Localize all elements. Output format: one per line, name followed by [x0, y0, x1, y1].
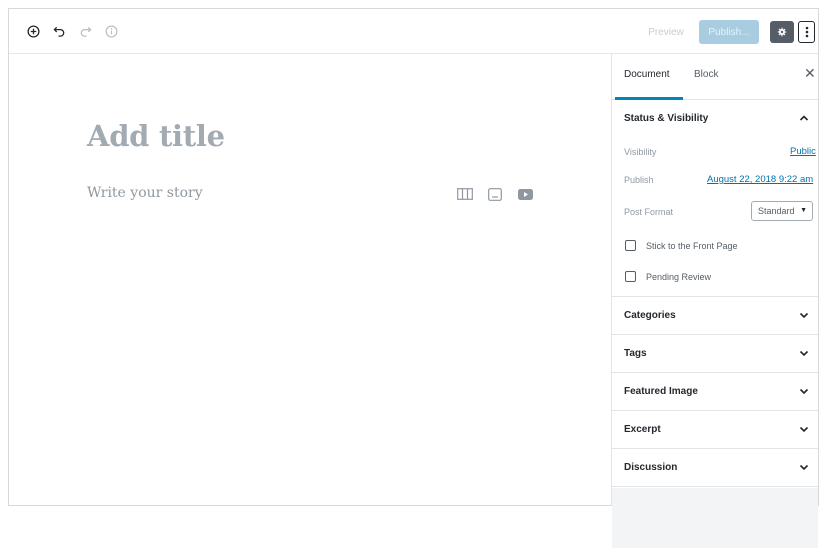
more-menu-button[interactable]: [798, 21, 815, 43]
post-format-label: Post Format: [624, 207, 674, 217]
panel-discussion[interactable]: Discussion: [612, 449, 818, 487]
more-vertical-icon: [805, 26, 808, 38]
image-icon[interactable]: [486, 186, 504, 202]
pending-review-label: Pending Review: [646, 272, 712, 282]
chevron-down-icon: [799, 464, 809, 471]
chevron-down-icon: [799, 426, 809, 433]
chevron-up-icon: [799, 115, 809, 121]
panel-title: Categories: [624, 310, 676, 321]
settings-sidebar: Document Block ✕ Status & Visibility Vis…: [611, 54, 818, 548]
panel-title: Excerpt: [624, 424, 661, 435]
panel-title: Tags: [624, 348, 647, 359]
tab-block[interactable]: Block: [694, 69, 718, 80]
sidebar-tabs: Document Block ✕: [612, 54, 818, 100]
preview-button[interactable]: Preview: [641, 20, 691, 44]
plus-circle-icon[interactable]: [23, 21, 43, 41]
close-icon[interactable]: ✕: [804, 65, 816, 82]
gear-icon: [777, 27, 787, 37]
sidebar-footer: [612, 488, 818, 548]
pending-review-checkbox[interactable]: [625, 271, 636, 282]
stick-to-front-checkbox[interactable]: [625, 240, 636, 251]
panel-tags[interactable]: Tags: [612, 335, 818, 373]
top-toolbar: Preview Publish...: [9, 9, 818, 54]
editor-canvas: Add title Write your story: [9, 54, 611, 506]
divider: [612, 486, 818, 487]
settings-button[interactable]: [770, 21, 794, 43]
undo-icon[interactable]: [49, 21, 69, 41]
video-icon[interactable]: [516, 186, 534, 202]
visibility-label: Visibility: [624, 147, 657, 157]
publish-date-link[interactable]: August 22, 2018 9:22 am: [707, 174, 813, 185]
chevron-down-icon: [799, 350, 809, 357]
post-format-value: Standard: [758, 206, 795, 216]
story-input[interactable]: Write your story: [87, 185, 203, 201]
caret-down-icon: ▼: [800, 207, 807, 214]
post-format-select[interactable]: Standard ▼: [751, 201, 813, 221]
panel-status-visibility[interactable]: Status & Visibility: [612, 100, 818, 138]
panel-featured-image[interactable]: Featured Image: [612, 373, 818, 411]
info-icon[interactable]: [101, 21, 121, 41]
redo-icon[interactable]: [75, 21, 95, 41]
panel-title: Featured Image: [624, 386, 698, 397]
stick-to-front-label: Stick to the Front Page: [646, 241, 738, 251]
editor-window: Preview Publish... Add title Write your …: [8, 8, 819, 548]
publish-button[interactable]: Publish...: [699, 20, 759, 44]
tab-document[interactable]: Document: [624, 69, 670, 80]
gallery-icon[interactable]: [456, 186, 474, 202]
panel-title: Discussion: [624, 462, 678, 473]
panel-excerpt[interactable]: Excerpt: [612, 411, 818, 449]
chevron-down-icon: [799, 388, 809, 395]
panel-title: Status & Visibility: [624, 113, 709, 124]
panel-categories[interactable]: Categories: [612, 297, 818, 335]
visibility-value-link[interactable]: Public: [790, 146, 816, 157]
chevron-down-icon: [799, 312, 809, 319]
publish-label: Publish: [624, 175, 654, 185]
post-title-input[interactable]: Add title: [87, 119, 225, 153]
